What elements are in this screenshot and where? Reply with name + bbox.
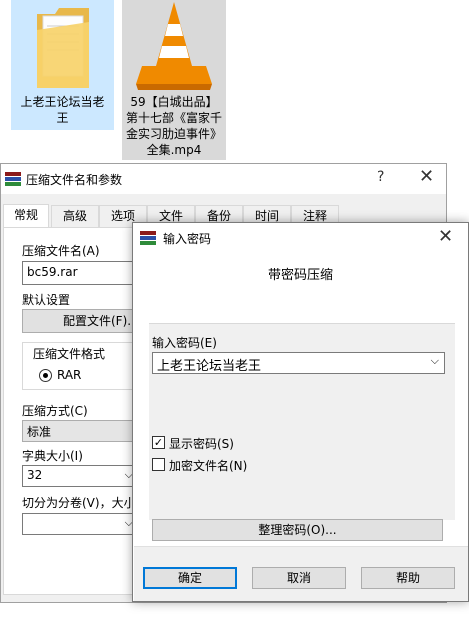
tab-advanced[interactable]: 高级: [51, 205, 99, 227]
password-label: 输入密码(E): [152, 336, 217, 350]
format-rar-label: RAR: [57, 368, 82, 382]
show-password-label: 显示密码(S): [169, 437, 234, 451]
dictionary-size-value: 32: [27, 468, 43, 482]
organize-passwords-button[interactable]: 整理密码(O)...: [152, 519, 443, 541]
split-volumes-select[interactable]: ⌵: [22, 513, 138, 535]
password-value: 上老王论坛当老王: [157, 359, 262, 374]
ok-button[interactable]: 确定: [143, 567, 237, 589]
dictionary-size-select[interactable]: 32 ⌵: [22, 465, 138, 487]
encrypt-filenames-label: 加密文件名(N): [169, 459, 248, 473]
split-volumes-label: 切分为分卷(V)，大小: [22, 496, 136, 510]
checkbox-checked-icon[interactable]: ✓: [152, 436, 165, 449]
compression-method-label: 压缩方式(C): [22, 404, 88, 418]
radio-selected-icon[interactable]: [39, 369, 52, 382]
archive-format-label: 压缩文件格式: [31, 345, 108, 362]
help-button[interactable]: 帮助: [361, 567, 455, 589]
folder-icon: [37, 8, 89, 88]
help-icon[interactable]: ?: [377, 169, 384, 185]
main-titlebar: 压缩文件名和参数 ? ✕: [1, 164, 446, 194]
chevron-down-icon[interactable]: ⌵: [431, 354, 439, 368]
folder-label: 上老王论坛当老王: [20, 95, 105, 125]
password-dialog: 输入密码 ✕ 带密码压缩 输入密码(E) 上老王论坛当老王 ⌵ ✓ 显示密码(S…: [132, 222, 469, 602]
password-input[interactable]: 上老王论坛当老王 ⌵: [152, 352, 445, 374]
cancel-button[interactable]: 取消: [252, 567, 346, 589]
password-dialog-title: 输入密码: [163, 232, 212, 246]
password-dialog-heading: 带密码压缩: [267, 268, 333, 283]
winrar-icon: [140, 231, 156, 245]
default-settings-label: 默认设置: [22, 293, 71, 307]
password-dialog-titlebar: 输入密码 ✕: [133, 223, 468, 253]
tab-general[interactable]: 常规: [3, 204, 49, 228]
close-icon[interactable]: ✕: [438, 226, 453, 247]
encrypt-filenames-checkbox[interactable]: [152, 458, 165, 471]
dictionary-size-label: 字典大小(I): [22, 449, 83, 463]
vlc-cone-icon: [136, 2, 212, 90]
winrar-icon: [5, 172, 21, 186]
password-dialog-body: 输入密码(E) 上老王论坛当老王 ⌵ ✓ 显示密码(S) 加密文件名(N) 整理…: [134, 294, 468, 541]
password-dialog-footer: 确定 取消 帮助: [134, 546, 468, 601]
password-group: 输入密码(E) 上老王论坛当老王 ⌵ ✓ 显示密码(S) 加密文件名(N) 整理…: [149, 323, 455, 541]
desktop-video-item[interactable]: 59【白城出品】第十七部《富家千金实习肋迫事件》全集.mp4: [122, 0, 226, 160]
main-dialog-title: 压缩文件名和参数: [26, 173, 123, 187]
archive-name-label: 压缩文件名(A): [22, 244, 100, 258]
desktop-folder-item[interactable]: 上老王论坛当老王: [11, 0, 114, 130]
video-label: 59【白城出品】第十七部《富家千金实习肋迫事件》全集.mp4: [126, 95, 223, 157]
close-icon[interactable]: ✕: [419, 166, 434, 187]
